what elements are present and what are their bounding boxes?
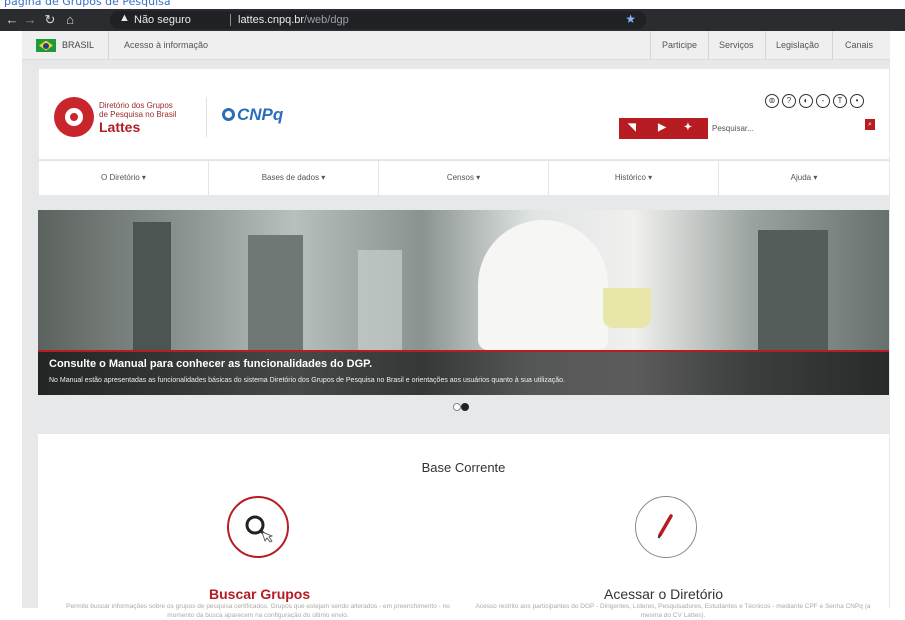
youtube-icon[interactable]: ▶ (655, 122, 669, 133)
lab-equipment-shape (358, 250, 402, 350)
bookmark-star-icon[interactable]: ★ (625, 12, 636, 26)
address-bar[interactable]: ▲ Não seguro lattes.cnpq.br/web/dgp ★ (110, 11, 646, 29)
menu-bases-de-dados[interactable]: Bases de dados ▾ (209, 161, 379, 195)
security-label[interactable]: Não seguro (134, 14, 191, 26)
brazil-flag-icon (36, 39, 56, 52)
address-divider (230, 14, 231, 26)
url-text[interactable]: lattes.cnpq.br/web/dgp (238, 14, 349, 26)
buscar-grupos-description: Permite buscar informações sobre os grup… (66, 603, 450, 619)
carousel-dot[interactable] (453, 403, 461, 411)
tab-title-fragment: página de Grupos de Pesquisa (4, 0, 171, 8)
accessibility-icon[interactable]: ⊚ (765, 94, 779, 108)
search-input[interactable] (708, 118, 862, 139)
divider (650, 31, 651, 59)
twitter-icon[interactable]: ✦ (681, 122, 695, 133)
servicos-link[interactable]: Serviços (719, 40, 754, 50)
logo-text-lattes: Lattes (99, 119, 141, 135)
divider (108, 31, 109, 59)
acessar-diretorio-title[interactable]: Acessar o Diretório (604, 586, 723, 602)
logo-text-line1: Diretório dos Grupos (99, 101, 173, 110)
menu-historico[interactable]: Histórico ▾ (549, 161, 719, 195)
menu-o-diretorio[interactable]: O Diretório ▾ (39, 161, 209, 195)
search-button[interactable]: ⌕ (865, 119, 875, 130)
cnpq-logo[interactable]: CNPq (222, 105, 283, 125)
browser-toolbar: ← → ↻ ⌂ ▲ Não seguro lattes.cnpq.br/web/… (0, 9, 905, 31)
back-icon[interactable]: ← (4, 12, 20, 28)
hero-carousel[interactable]: Consulte o Manual para conhecer as funci… (38, 210, 889, 395)
warning-icon[interactable]: ▲ (119, 12, 130, 24)
acessar-diretorio-button[interactable] (635, 496, 697, 558)
buscar-grupos-title[interactable]: Buscar Grupos (209, 586, 310, 602)
forward-icon[interactable]: → (22, 12, 38, 28)
divider (708, 31, 709, 59)
page-title-strip: página de Grupos de Pesquisa (0, 0, 905, 9)
scientist-coat-shape (478, 220, 608, 350)
canais-link[interactable]: Canais (845, 40, 873, 50)
header-divider (206, 97, 207, 137)
participe-link[interactable]: Participe (662, 40, 697, 50)
search-magnifier-icon (245, 515, 274, 543)
lab-equipment-shape (133, 222, 171, 350)
font-decrease-icon[interactable]: - (816, 94, 830, 108)
base-corrente-section: Base Corrente Buscar Grupos Permite busc… (38, 434, 889, 619)
rss-icon[interactable]: ◥ (625, 122, 639, 133)
divider (832, 31, 833, 59)
site-header: Diretório dos Grupos de Pesquisa no Bras… (39, 69, 889, 159)
lab-equipment-shape (248, 235, 303, 350)
dgp-logo-icon[interactable] (54, 97, 94, 137)
legislacao-link[interactable]: Legislação (776, 40, 819, 50)
brasil-link[interactable]: BRASIL (62, 40, 94, 50)
main-menu: O Diretório ▾ Bases de dados ▾ Censos ▾ … (39, 160, 889, 195)
help-icon[interactable]: ? (782, 94, 796, 108)
divider (765, 31, 766, 59)
pencil-icon (657, 514, 673, 539)
flask-shape (603, 288, 651, 328)
contrast-icon[interactable]: ◐ (799, 94, 813, 108)
lock-icon[interactable]: • (850, 94, 864, 108)
font-increase-icon[interactable]: T (833, 94, 847, 108)
menu-censos[interactable]: Censos ▾ (379, 161, 549, 195)
section-heading: Base Corrente (421, 460, 506, 475)
social-search-bar: ◥ ▶ ✦ (619, 118, 865, 139)
carousel-dot-active[interactable] (461, 403, 469, 411)
page-body: Diretório dos Grupos de Pesquisa no Bras… (22, 60, 890, 619)
home-icon[interactable]: ⌂ (62, 12, 78, 28)
hero-title[interactable]: Consulte o Manual para conhecer as funci… (49, 358, 372, 370)
hero-description: No Manual estão apresentadas as funciona… (49, 377, 565, 384)
menu-ajuda[interactable]: Ajuda ▾ (719, 161, 889, 195)
reload-icon[interactable]: ↻ (42, 12, 58, 28)
government-bar: BRASIL Acesso à informação Participe Ser… (22, 31, 890, 60)
acessar-diretorio-description: Acesso restrito aos participantes do DGP… (475, 603, 871, 619)
access-info-link[interactable]: Acesso à informação (124, 40, 208, 50)
caption-overlay (38, 350, 889, 395)
logo-text-line2: de Pesquisa no Brasil (99, 110, 177, 119)
buscar-grupos-button[interactable] (227, 496, 289, 558)
lab-equipment-shape (758, 230, 828, 350)
cnpq-symbol-icon (222, 108, 235, 121)
search-box (708, 118, 865, 139)
